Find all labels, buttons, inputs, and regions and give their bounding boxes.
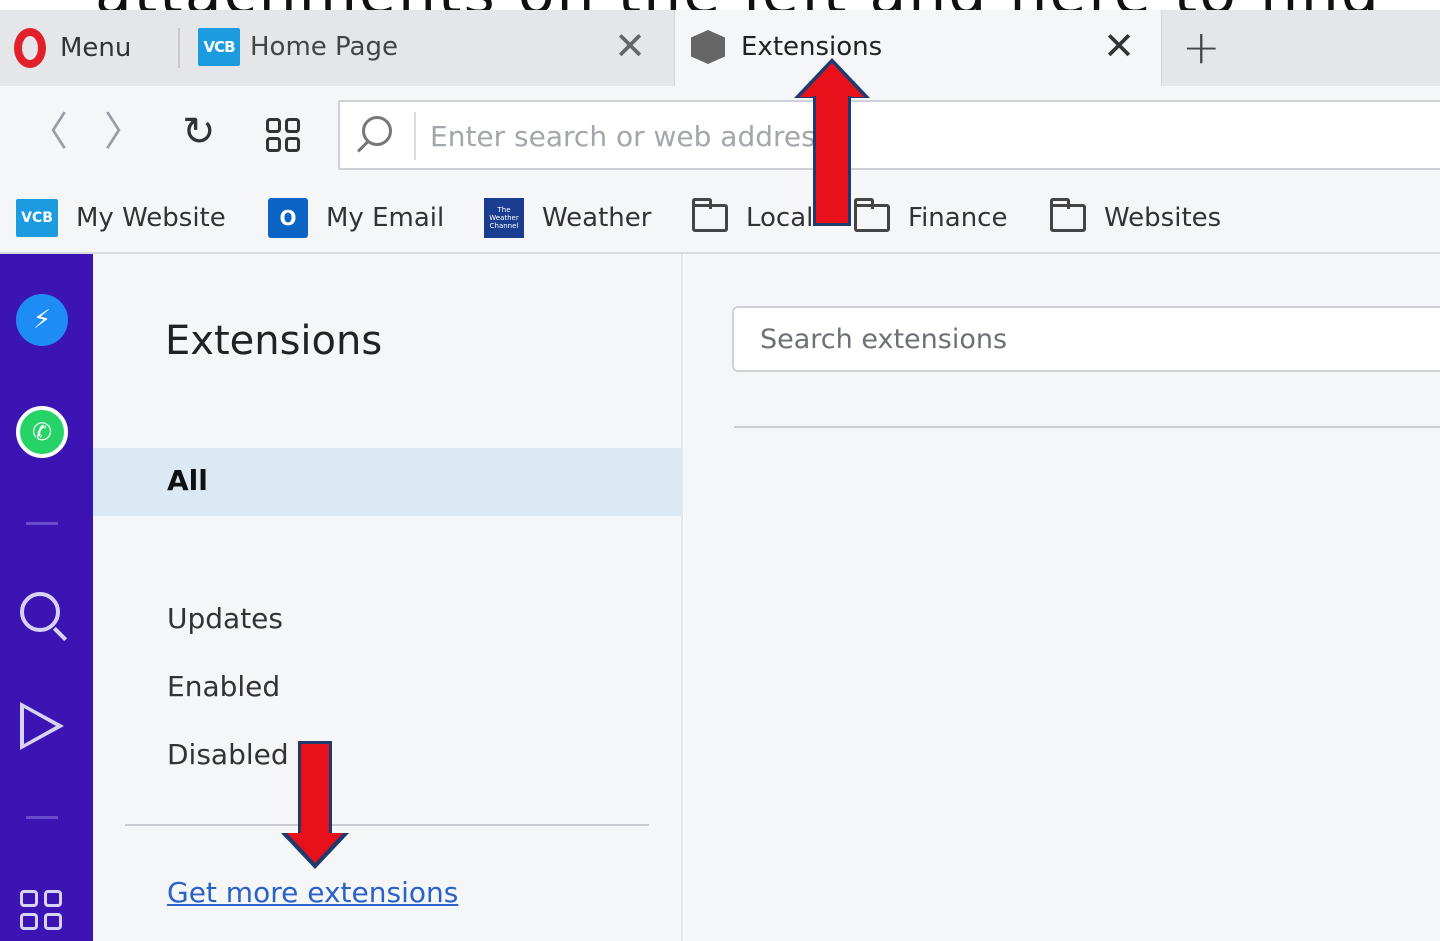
search-icon xyxy=(362,116,392,146)
filter-disabled[interactable]: Disabled xyxy=(167,738,289,771)
page-title: Extensions xyxy=(165,318,383,364)
opera-logo-icon xyxy=(14,28,46,68)
divider xyxy=(734,426,1440,428)
cutoff-caption: attachments on the left and here to find xyxy=(0,0,1440,10)
reload-button[interactable]: ↻ xyxy=(182,110,216,154)
get-more-extensions-link[interactable]: Get more extensions xyxy=(167,876,458,909)
new-tab-button[interactable]: + xyxy=(1182,22,1221,72)
bookmark-label: Weather xyxy=(542,203,652,233)
folder-icon xyxy=(1050,198,1086,232)
filter-label: All xyxy=(167,464,208,497)
tab-home-page[interactable]: VCB Home Page ✕ xyxy=(190,8,670,86)
opera-sidebar: ⚡ ✆ xyxy=(0,254,93,941)
address-separator xyxy=(414,112,416,160)
folder-icon xyxy=(692,198,728,232)
close-tab-icon[interactable]: ✕ xyxy=(614,26,646,66)
back-button[interactable]: 〈 xyxy=(28,110,68,154)
search-icon[interactable] xyxy=(20,592,60,632)
tab-extensions[interactable]: Extensions ✕ xyxy=(674,8,1162,86)
bookmarks-bar: VCB My Website O My Email The Weather Ch… xyxy=(0,182,1440,254)
navigation-bar: 〈 〉 ↻ xyxy=(0,86,1440,182)
annotation-arrow-down xyxy=(281,741,349,869)
speed-dial-grid-icon[interactable] xyxy=(266,118,300,152)
extensions-cube-icon xyxy=(691,30,725,64)
sidebar-divider xyxy=(26,522,58,525)
bookmark-folder-websites[interactable]: Websites xyxy=(1050,196,1221,240)
vcb-icon: VCB xyxy=(198,28,240,66)
messenger-icon[interactable]: ⚡ xyxy=(16,294,68,346)
tab-separator xyxy=(178,28,180,68)
bookmark-my-website[interactable]: VCB My Website xyxy=(16,196,226,240)
address-bar[interactable] xyxy=(338,100,1440,170)
cutoff-caption-text: attachments on the left and here to find xyxy=(95,0,1381,10)
filter-updates[interactable]: Updates xyxy=(167,602,283,635)
bookmark-label: Websites xyxy=(1104,203,1222,233)
bookmark-weather[interactable]: The Weather Channel Weather xyxy=(484,196,651,240)
annotation-arrow-up xyxy=(794,58,870,228)
outlook-icon: O xyxy=(268,198,308,238)
search-extensions-input[interactable] xyxy=(760,316,1440,362)
send-icon[interactable] xyxy=(20,702,64,750)
bookmark-label: My Website xyxy=(76,203,226,233)
extensions-nav-panel: Extensions All Updates Enabled Disabled … xyxy=(93,254,683,941)
extensions-main-panel xyxy=(684,254,1440,941)
vcb-icon: VCB xyxy=(16,199,58,237)
bookmark-my-email[interactable]: O My Email xyxy=(268,196,444,240)
whatsapp-icon[interactable]: ✆ xyxy=(16,406,68,458)
bookmark-label: Finance xyxy=(908,203,1008,233)
opera-menu-button[interactable]: Menu xyxy=(14,26,131,70)
close-tab-icon[interactable]: ✕ xyxy=(1103,26,1135,66)
tab-bar: Menu VCB Home Page ✕ Extensions ✕ + xyxy=(0,8,1440,86)
search-extensions-field[interactable] xyxy=(732,306,1440,372)
forward-button[interactable]: 〉 xyxy=(104,110,144,154)
sidebar-divider xyxy=(26,816,58,819)
bookmark-folder-finance[interactable]: Finance xyxy=(854,196,1007,240)
divider xyxy=(125,824,649,826)
tab-title: Home Page xyxy=(250,32,398,62)
filter-enabled[interactable]: Enabled xyxy=(167,670,280,703)
weather-channel-icon: The Weather Channel xyxy=(484,198,524,238)
filter-all[interactable]: All xyxy=(93,448,683,516)
apps-grid-icon[interactable] xyxy=(20,890,62,930)
menu-label: Menu xyxy=(60,33,132,63)
address-input[interactable] xyxy=(430,112,1410,160)
bookmark-label: My Email xyxy=(326,203,445,233)
